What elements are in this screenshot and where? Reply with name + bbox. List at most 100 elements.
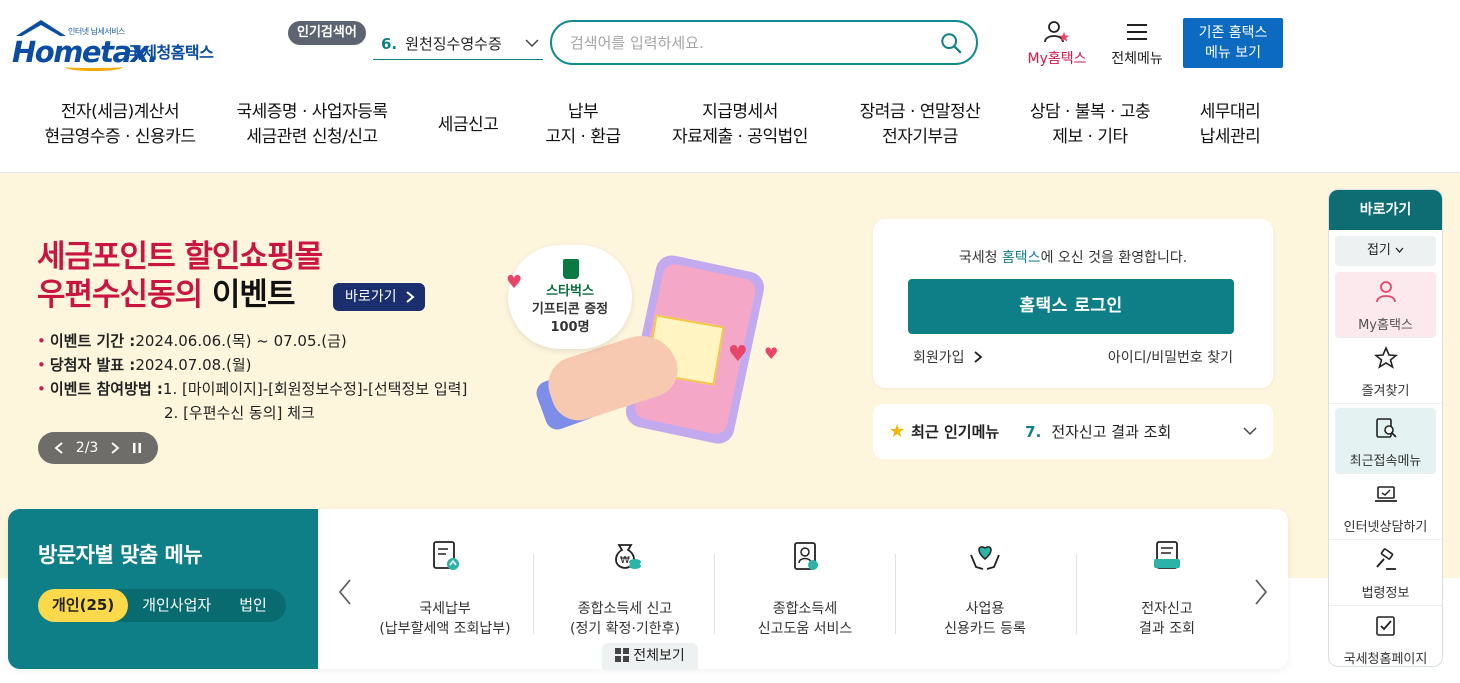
heart-icon: ♥	[506, 272, 523, 293]
laptop-icon	[1374, 486, 1397, 502]
method-label: 이벤트 참여방법 :	[49, 380, 163, 398]
popular-rank: 6.	[381, 34, 398, 53]
menu-separator	[895, 554, 896, 634]
menu-separator	[1076, 554, 1077, 634]
nav-item-tax-return[interactable]: 세금신고	[418, 113, 518, 138]
chevron-down-icon[interactable]	[525, 37, 539, 51]
bubble-line2: 기프티콘 증정	[531, 302, 609, 317]
chevron-down-icon[interactable]	[1243, 425, 1257, 439]
bullet-dot: •	[37, 380, 46, 398]
event-title-red: 우편수신동의	[37, 277, 203, 313]
recent-popular-menu[interactable]: ★ 최근 인기메뉴 7. 전자신고 결과 조회	[873, 404, 1273, 459]
login-panel: 국세청 홈택스에 오신 것을 환영합니다. 홈택스 로그인 회원가입 아이디/비…	[873, 219, 1273, 388]
nav-item-incentive[interactable]: 장려금 · 연말정산 전자기부금	[845, 100, 995, 150]
quick-label: 최근접속메뉴	[1349, 454, 1422, 469]
nav-label: 현금영수증 · 신용카드	[44, 127, 196, 147]
quick-law-info[interactable]: 법령정보	[1329, 540, 1442, 606]
popular-search-tag: 인기검색어	[288, 21, 366, 45]
event-title-line2: 우편수신동의 이벤트	[37, 276, 322, 314]
pause-icon[interactable]	[132, 442, 142, 454]
carousel-next-icon[interactable]	[1254, 579, 1268, 611]
nav-label: 자료제출 · 공익법인	[672, 127, 808, 147]
quick-favorites[interactable]: 즐겨찾기	[1329, 338, 1442, 404]
event-title-black: 이벤트	[202, 277, 296, 313]
fold-button[interactable]: 접기	[1335, 236, 1436, 266]
old-hometax-line1: 기존 홈택스	[1198, 25, 1268, 41]
find-id-link[interactable]: 아이디/비밀번호 찾기	[1108, 347, 1233, 367]
popular-keyword-select[interactable]: 6. 원천징수영수증	[373, 28, 543, 60]
quick-online-consult[interactable]: 인터넷상담하기	[1329, 474, 1442, 540]
winner-label: 당첨자 발표 :	[49, 356, 136, 374]
login-button[interactable]: 홈택스 로그인	[908, 279, 1234, 334]
menu-label: 신고도움 서비스	[757, 621, 853, 637]
quick-label: 즐겨찾기	[1361, 384, 1410, 399]
recent-rank: 7.	[1025, 422, 1042, 441]
gavel-icon	[1375, 548, 1396, 570]
old-hometax-button[interactable]: 기존 홈택스 메뉴 보기	[1183, 18, 1283, 68]
nav-label: 국세증명 · 사업자등록	[236, 102, 388, 122]
menu-business-card[interactable]: 사업용 신용카드 등록	[900, 537, 1070, 639]
menu-income-tax-return[interactable]: ₩ 종합소득세 신고 (정기 확정·기한후)	[540, 537, 710, 639]
checklist-icon	[1375, 616, 1395, 636]
recent-item[interactable]: 전자신고 결과 조회	[1051, 421, 1171, 442]
quick-label: 국세청홈페이지	[1343, 652, 1428, 667]
event-go-label: 바로가기	[345, 289, 397, 305]
all-view-label: 전체보기	[633, 648, 685, 664]
menu-label: 결과 조회	[1139, 621, 1195, 637]
banner-pager: 2/3	[38, 432, 158, 464]
tab-corporation[interactable]: 법인	[225, 589, 281, 622]
all-view-button[interactable]: 전체보기	[602, 643, 698, 670]
menu-label: 사업용	[965, 601, 1005, 617]
bubble-line1: 스타벅스	[546, 284, 594, 299]
nav-label: 제보 · 기타	[1052, 127, 1128, 147]
chevron-down-icon	[1395, 247, 1404, 253]
my-hometax-label: My홈택스	[1027, 51, 1087, 67]
carousel-prev-icon[interactable]	[338, 579, 352, 611]
search-input[interactable]	[570, 33, 940, 52]
nav-item-statements[interactable]: 지급명세서 자료제출 · 공익법인	[660, 100, 820, 150]
quick-nts-homepage[interactable]: 국세청홈페이지	[1329, 606, 1442, 667]
recent-title: 최근 인기메뉴	[911, 423, 1000, 441]
event-go-button[interactable]: 바로가기	[333, 283, 425, 311]
heart-icon: ♥	[728, 342, 748, 367]
chevron-right-icon	[406, 291, 415, 303]
quick-label: 법령정보	[1361, 586, 1410, 601]
nav-label: 전자기부금	[882, 127, 958, 147]
my-hometax-link[interactable]: My홈택스	[1020, 20, 1094, 68]
hamburger-icon	[1127, 24, 1147, 40]
document-upload-icon	[433, 541, 459, 570]
quick-label: My홈택스	[1358, 318, 1413, 333]
bubble-line3: 100명	[550, 320, 590, 335]
menu-tax-payment[interactable]: 국세납부 (납부할세액 조회납부)	[360, 537, 530, 639]
nav-item-einvoice[interactable]: 전자(세금)계산서 현금영수증 · 신용카드	[30, 100, 210, 150]
popular-keyword[interactable]: 원천징수영수증	[405, 33, 502, 54]
quick-recent-menu[interactable]: 최근접속메뉴	[1335, 408, 1436, 474]
menu-income-tax-help[interactable]: 종합소득세 신고도움 서비스	[720, 537, 890, 639]
method-step1: 1. [마이페이지]-[회원정보수정]-[선택정보 입력]	[162, 380, 468, 398]
chevron-right-icon[interactable]	[110, 442, 120, 454]
quick-my-hometax[interactable]: My홈택스	[1335, 272, 1436, 338]
nav-item-certificate[interactable]: 국세증명 · 사업자등록 세금관련 신청/신고	[222, 100, 402, 150]
tab-individual[interactable]: 개인(25)	[38, 589, 129, 622]
menu-label: 종합소득세 신고	[577, 601, 673, 617]
join-link[interactable]: 회원가입	[913, 347, 983, 367]
nav-label: 고지 · 환급	[545, 127, 621, 147]
event-title[interactable]: 세금포인트 할인쇼핑몰 우편수신동의 이벤트	[37, 238, 323, 314]
nav-item-consult[interactable]: 상담 · 불복 · 고충 제보 · 기타	[1015, 100, 1165, 150]
tab-sole-proprietor[interactable]: 개인사업자	[128, 589, 225, 622]
all-menu-button[interactable]: 전체메뉴	[1104, 20, 1170, 68]
chevron-left-icon[interactable]	[54, 442, 64, 454]
hometax-logo[interactable]: 인터넷 납세서비스 Hometax. 국세청홈택스	[10, 18, 230, 71]
nav-item-payment[interactable]: 납부 고지 · 환급	[533, 100, 633, 150]
nav-label: 지급명세서	[702, 102, 778, 122]
svg-text:₩: ₩	[620, 555, 630, 566]
nav-item-agent[interactable]: 세무대리 납세관리	[1180, 100, 1280, 150]
period-label: 이벤트 기간 :	[49, 332, 136, 350]
star-icon: ★	[889, 421, 906, 442]
bullet-dot: •	[37, 356, 46, 374]
search-icon[interactable]	[940, 32, 962, 54]
all-menu-label: 전체메뉴	[1111, 51, 1163, 67]
main-nav: 전자(세금)계산서 현금영수증 · 신용카드 국세증명 · 사업자등록 세금관련…	[0, 100, 1300, 160]
welcome-text: 국세청 홈택스에 오신 것을 환영합니다.	[873, 247, 1273, 267]
menu-e-filing-result[interactable]: 전자신고 결과 조회	[1082, 537, 1252, 639]
